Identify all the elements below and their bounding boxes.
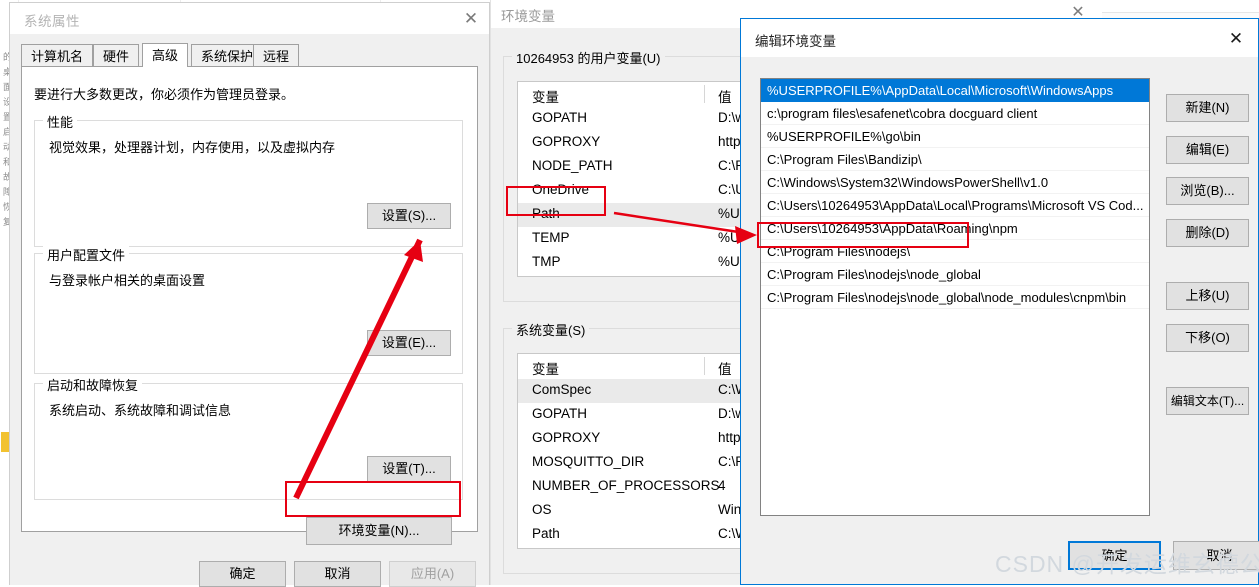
system-properties-dialog: 系统属性 ✕ 计算机名 硬件 高级 系统保护 远程 要进行大多数更改，你必须作为… xyxy=(9,2,490,587)
environment-variables-title: 环境变量 xyxy=(501,9,555,24)
startup-recovery-group: 启动和故障恢复 系统启动、系统故障和调试信息 设置(T)... xyxy=(34,375,463,500)
system-properties-titlebar: 系统属性 ✕ xyxy=(10,3,489,34)
column-header-value: 值 xyxy=(718,90,732,105)
performance-group-description: 视觉效果，处理器计划，内存使用，以及虚拟内存 xyxy=(49,140,336,155)
admin-login-note: 要进行大多数更改，你必须作为管理员登录。 xyxy=(34,87,295,102)
startup-recovery-group-description: 系统启动、系统故障和调试信息 xyxy=(49,403,232,418)
tab-remote[interactable]: 远程 xyxy=(253,44,300,67)
list-item[interactable]: C:\Users\10264953\AppData\Roaming\npm xyxy=(761,217,1149,240)
variable-name: OneDrive xyxy=(532,182,590,197)
browse-button[interactable]: 浏览(B)... xyxy=(1166,177,1249,205)
startup-recovery-settings-button[interactable]: 设置(T)... xyxy=(367,456,451,482)
variable-name: GOPATH xyxy=(532,110,588,125)
close-icon[interactable]: ✕ xyxy=(1219,27,1253,51)
edit-environment-variable-dialog: 编辑环境变量 ✕ %USERPROFILE%\AppData\Local\Mic… xyxy=(740,18,1259,585)
list-item[interactable]: %USERPROFILE%\AppData\Local\Microsoft\Wi… xyxy=(761,79,1149,102)
variable-name: MOSQUITTO_DIR xyxy=(532,454,645,469)
list-item[interactable]: c:\program files\esafenet\cobra docguard… xyxy=(761,102,1149,125)
cancel-button[interactable]: 取消 xyxy=(294,561,381,587)
environment-variables-button[interactable]: 环境变量(N)... xyxy=(306,517,452,545)
edit-environment-variable-titlebar: 编辑环境变量 ✕ xyxy=(741,19,1258,57)
list-item[interactable]: C:\Program Files\Bandizip\ xyxy=(761,148,1149,171)
tab-computer-name[interactable]: 计算机名 xyxy=(21,44,94,67)
variable-name: GOPATH xyxy=(532,406,588,421)
move-down-button[interactable]: 下移(O) xyxy=(1166,324,1249,352)
performance-group: 性能 视觉效果，处理器计划，内存使用，以及虚拟内存 设置(S)... xyxy=(34,112,463,247)
performance-group-legend: 性能 xyxy=(43,112,78,131)
list-item-nodejs[interactable]: C:\Program Files\nodejs\ xyxy=(761,240,1149,263)
variable-name: OS xyxy=(532,502,552,517)
new-button[interactable]: 新建(N) xyxy=(1166,94,1249,122)
variable-name: GOPROXY xyxy=(532,430,601,445)
variable-value: 4 xyxy=(718,478,726,493)
user-profiles-group: 用户配置文件 与登录帐户相关的桌面设置 设置(E)... xyxy=(34,245,463,374)
tab-advanced[interactable]: 高级 xyxy=(142,43,189,67)
variable-name: NUMBER_OF_PROCESSORS xyxy=(532,478,720,493)
watermark: CSDN @开发运维玄德公 xyxy=(995,551,1259,577)
move-up-button[interactable]: 上移(U) xyxy=(1166,282,1249,310)
system-variables-group-legend: 系统变量(S) xyxy=(512,320,590,339)
close-icon[interactable]: ✕ xyxy=(454,7,488,31)
system-properties-tabs: 计算机名 硬件 高级 系统保护 远程 xyxy=(21,43,478,67)
path-entries-list[interactable]: %USERPROFILE%\AppData\Local\Microsoft\Wi… xyxy=(760,78,1150,516)
column-header-variable: 变量 xyxy=(532,362,559,377)
startup-recovery-group-legend: 启动和故障恢复 xyxy=(43,375,143,394)
variable-name: ComSpec xyxy=(532,382,592,397)
user-profiles-group-legend: 用户配置文件 xyxy=(43,245,130,264)
edit-text-button[interactable]: 编辑文本(T)... xyxy=(1166,387,1249,415)
list-item[interactable]: C:\Windows\System32\WindowsPowerShell\v1… xyxy=(761,171,1149,194)
user-variables-group-legend: 10264953 的用户变量(U) xyxy=(512,48,665,67)
edit-environment-variable-title: 编辑环境变量 xyxy=(755,34,836,49)
variable-name: NODE_PATH xyxy=(532,158,613,173)
column-header-value: 值 xyxy=(718,362,732,377)
delete-button[interactable]: 删除(D) xyxy=(1166,219,1249,247)
system-properties-body: 计算机名 硬件 高级 系统保护 远程 要进行大多数更改，你必须作为管理员登录。 … xyxy=(10,34,489,587)
variable-name: Path xyxy=(532,526,560,541)
edit-button[interactable]: 编辑(E) xyxy=(1166,136,1249,164)
apply-button: 应用(A) xyxy=(389,561,476,587)
variable-name: Path xyxy=(532,206,560,221)
variable-name: GOPROXY xyxy=(532,134,601,149)
ok-button[interactable]: 确定 xyxy=(199,561,286,587)
variable-name: TEMP xyxy=(532,230,570,245)
performance-settings-button[interactable]: 设置(S)... xyxy=(367,203,451,229)
list-item[interactable]: C:\Program Files\nodejs\node_global xyxy=(761,263,1149,286)
tab-hardware[interactable]: 硬件 xyxy=(93,44,140,67)
variable-name: TMP xyxy=(532,254,561,269)
list-item[interactable]: C:\Users\10264953\AppData\Local\Programs… xyxy=(761,194,1149,217)
user-profiles-settings-button[interactable]: 设置(E)... xyxy=(367,330,451,356)
list-item[interactable]: %USERPROFILE%\go\bin xyxy=(761,125,1149,148)
list-item[interactable]: C:\Program Files\nodejs\node_global\node… xyxy=(761,286,1149,309)
column-header-variable: 变量 xyxy=(532,90,559,105)
system-properties-title: 系统属性 xyxy=(24,14,80,29)
user-profiles-group-description: 与登录帐户相关的桌面设置 xyxy=(49,273,206,288)
